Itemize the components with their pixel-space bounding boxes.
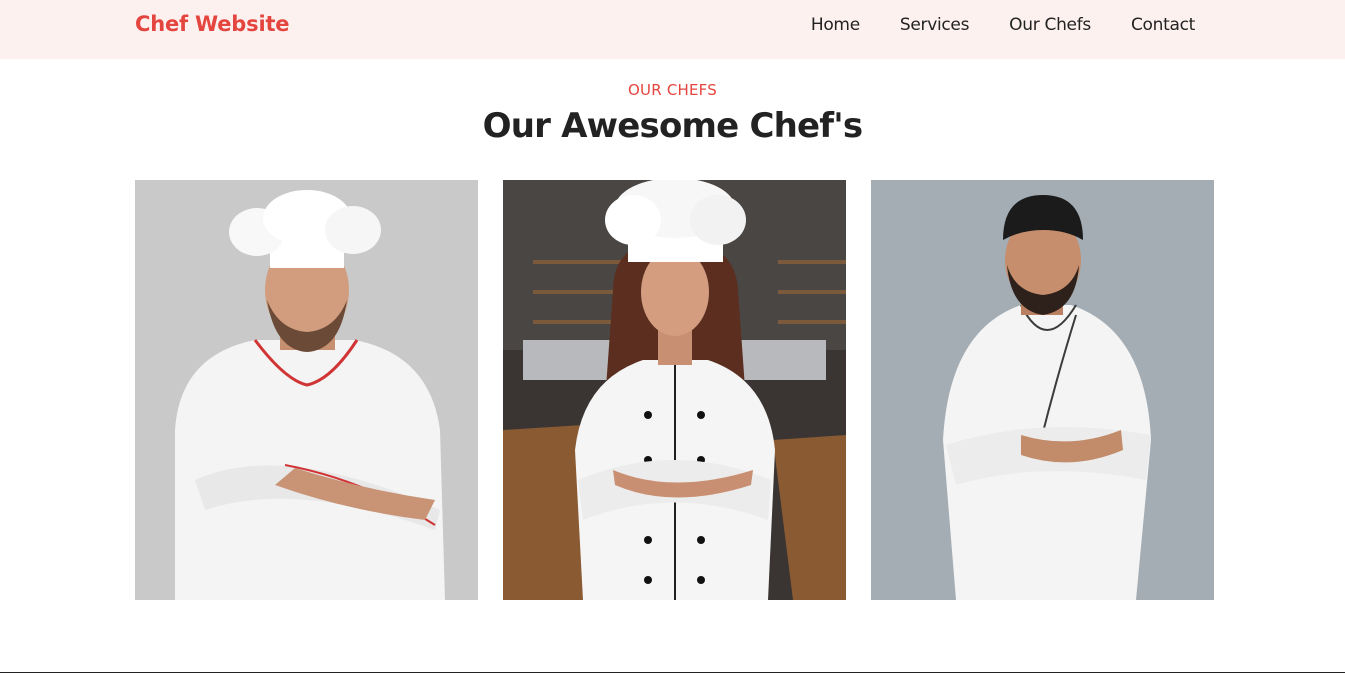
chef-photo-icon — [135, 180, 478, 600]
nav-link-contact[interactable]: Contact — [1131, 15, 1195, 35]
section-title: Our Awesome Chef's — [482, 106, 863, 146]
nav-link-home[interactable]: Home — [811, 15, 860, 35]
brand-logo-link[interactable]: Chef Website — [135, 12, 290, 36]
chef-photo-icon — [871, 180, 1214, 600]
main-nav: Home Services Our Chefs Contact — [811, 15, 1195, 35]
chef-card-3[interactable] — [871, 180, 1214, 600]
nav-link-our-chefs[interactable]: Our Chefs — [1009, 15, 1091, 35]
section-eyebrow: OUR CHEFS — [628, 81, 717, 99]
navbar: Chef Website Home Services Our Chefs Con… — [0, 0, 1345, 59]
chef-card-2[interactable] — [503, 180, 846, 600]
chef-card-1[interactable] — [135, 180, 478, 600]
nav-link-services[interactable]: Services — [900, 15, 970, 35]
chef-photo-icon — [503, 180, 846, 600]
